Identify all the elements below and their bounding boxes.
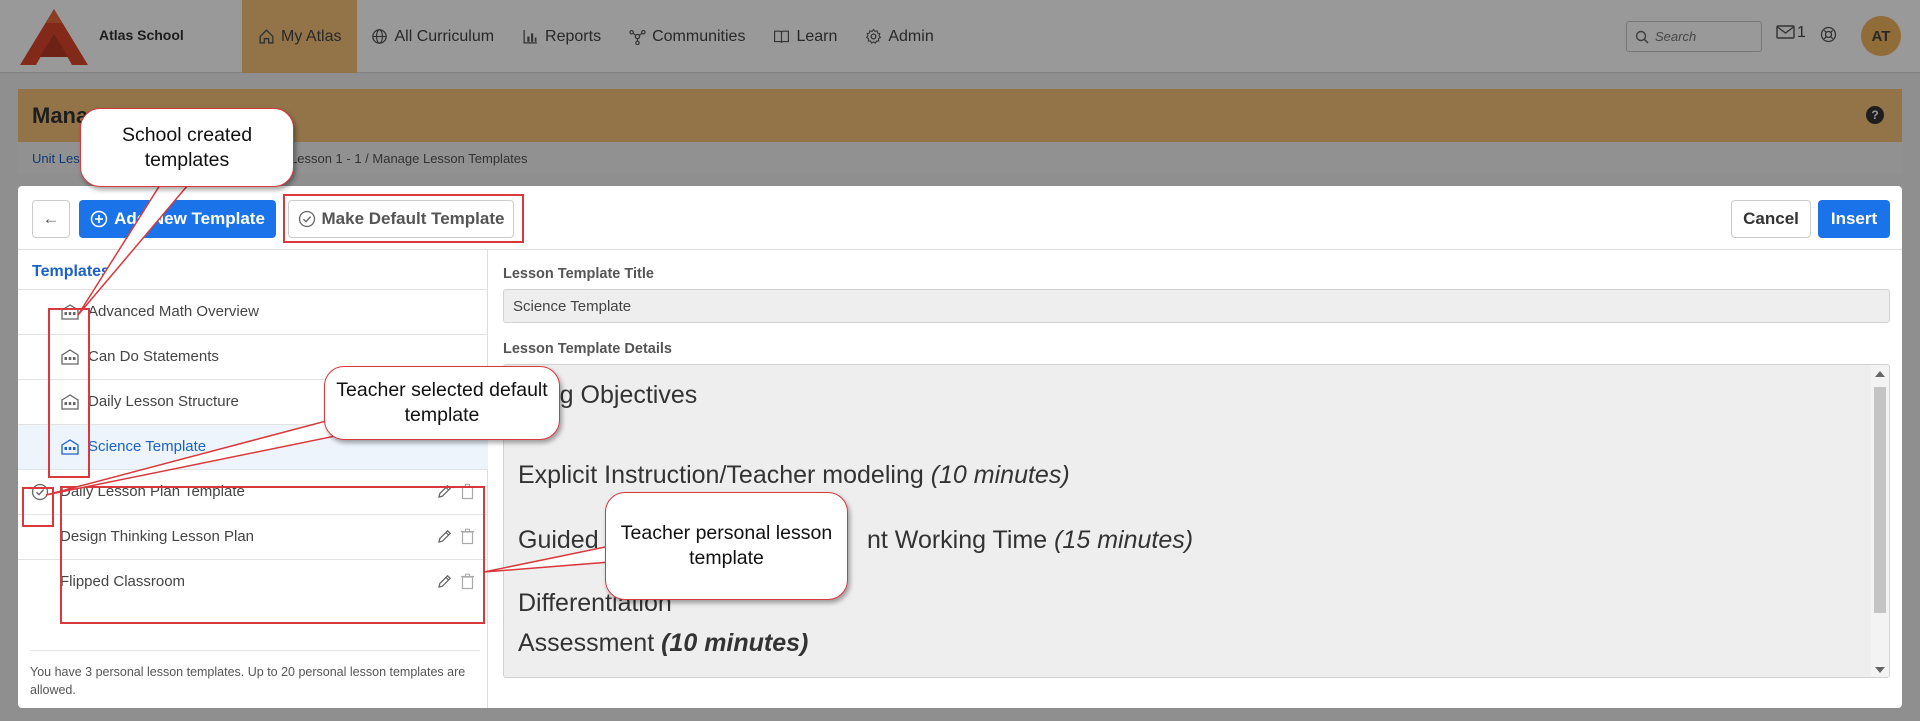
template-row-personal[interactable]: Daily Lesson Plan Template — [18, 469, 488, 514]
check-circle-icon — [298, 210, 315, 228]
add-new-template-label: Add New Template — [114, 209, 265, 228]
details-scrollbar[interactable] — [1871, 365, 1889, 677]
template-name: Advanced Math Overview — [88, 303, 259, 320]
insert-button[interactable]: Insert — [1818, 200, 1890, 238]
scroll-thumb[interactable] — [1874, 387, 1886, 613]
cancel-button[interactable]: Cancel — [1731, 200, 1811, 238]
back-button[interactable]: ← — [32, 200, 70, 238]
pencil-icon[interactable] — [436, 483, 453, 500]
callout-school-templates: School created templates — [80, 108, 294, 187]
pencil-icon[interactable] — [436, 573, 453, 590]
plus-circle-icon — [90, 210, 108, 228]
template-name: Can Do Statements — [88, 348, 219, 365]
lesson-template-title-label: Lesson Template Title — [503, 266, 654, 282]
templates-heading: Templates — [32, 263, 110, 280]
lesson-template-title-field[interactable] — [503, 289, 1890, 323]
template-name: Flipped Classroom — [60, 573, 186, 590]
details-line: Guided nt Working Time (15 minutes) — [518, 526, 1194, 554]
scroll-down-icon[interactable] — [1875, 667, 1885, 673]
school-building-icon — [61, 439, 79, 455]
details-line: Explicit Instruction/Teacher modeling (1… — [518, 461, 1070, 489]
school-building-icon — [61, 394, 79, 410]
school-building-icon — [61, 304, 79, 320]
manage-templates-modal: ← Add New Template Make Default Template… — [18, 186, 1902, 708]
template-row-personal[interactable]: Design Thinking Lesson Plan — [18, 514, 488, 559]
callout-personal-template: Teacher personal lesson template — [605, 492, 848, 600]
modal-toolbar: ← Add New Template Make Default Template… — [18, 186, 1902, 250]
pencil-icon[interactable] — [436, 528, 453, 545]
details-line: Assessment (10 minutes) — [518, 629, 809, 657]
template-row-school[interactable]: Advanced Math Overview — [18, 289, 488, 334]
template-list: Templates Advanced Math Overview Can Do … — [18, 250, 488, 708]
template-name: Science Template — [88, 438, 207, 455]
trash-icon[interactable] — [460, 483, 475, 500]
make-default-template-label: Make Default Template — [321, 209, 505, 228]
default-check-icon[interactable] — [31, 483, 49, 501]
school-building-icon — [61, 349, 79, 365]
scroll-up-icon[interactable] — [1875, 371, 1885, 377]
trash-icon[interactable] — [460, 528, 475, 545]
make-default-template-button[interactable]: Make Default Template — [288, 200, 514, 238]
lesson-template-details-label: Lesson Template Details — [503, 341, 672, 357]
template-row-personal[interactable]: Flipped Classroom — [18, 559, 488, 604]
callout-default-template: Teacher selected default template — [324, 366, 560, 440]
template-name: Design Thinking Lesson Plan — [60, 528, 255, 545]
trash-icon[interactable] — [460, 573, 475, 590]
add-new-template-button[interactable]: Add New Template — [79, 200, 276, 238]
template-count-note: You have 3 personal lesson templates. Up… — [30, 650, 480, 699]
template-name: Daily Lesson Structure — [88, 393, 239, 410]
template-name: Daily Lesson Plan Template — [60, 483, 245, 500]
back-arrow-icon: ← — [42, 209, 60, 228]
